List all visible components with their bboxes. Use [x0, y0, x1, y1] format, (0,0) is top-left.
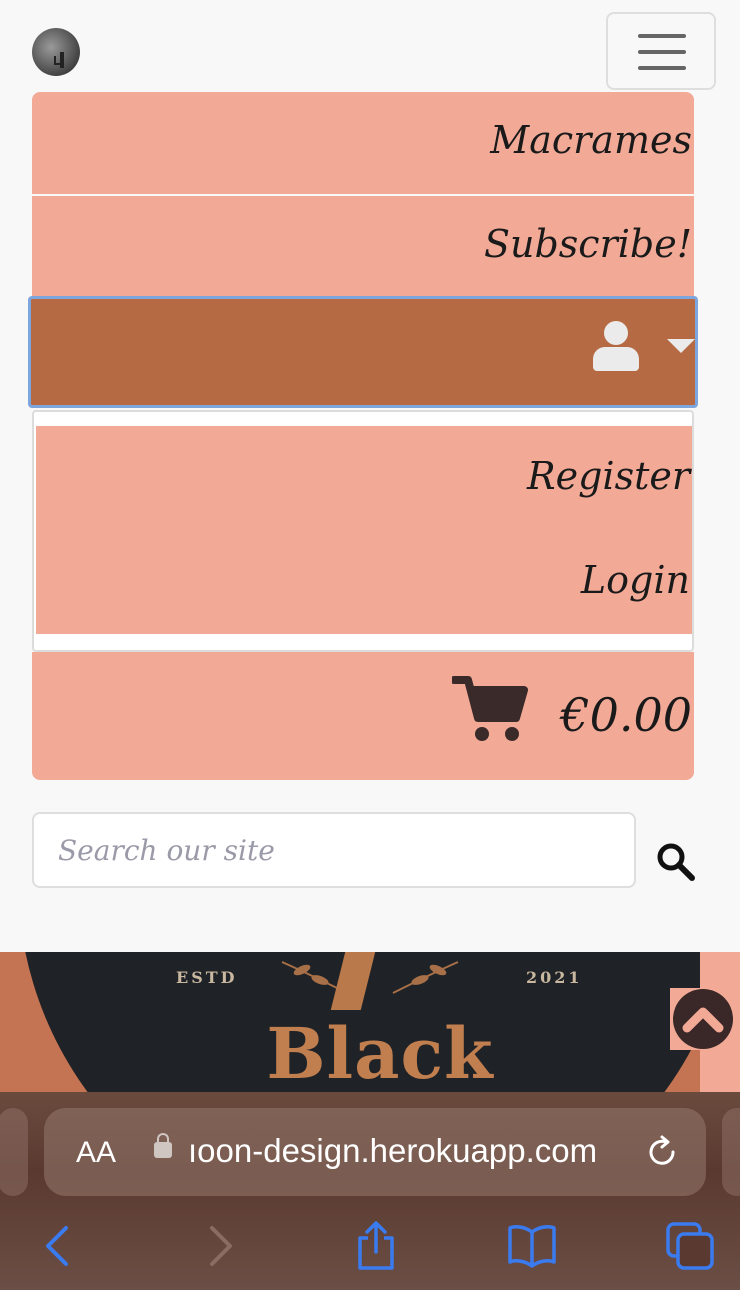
next-tab-pill[interactable] [722, 1108, 740, 1196]
site-logo[interactable] [32, 28, 80, 76]
nav-item-macrames[interactable]: Macrames [32, 92, 694, 194]
estd-year: 2021 [526, 968, 583, 987]
banner-title: Black Moon [266, 1012, 494, 1092]
hamburger-line [638, 50, 686, 54]
hero-banner: ESTD 2021 Black Moon [0, 952, 740, 1092]
back-icon[interactable] [32, 1220, 84, 1272]
reload-icon[interactable] [644, 1134, 680, 1170]
previous-tab-pill[interactable] [0, 1108, 28, 1196]
tabs-icon[interactable] [664, 1220, 716, 1272]
bookmarks-icon[interactable] [506, 1220, 558, 1272]
url-text: ıoon-design.herokuapp.com [188, 1132, 598, 1169]
account-dropdown-menu: Register Login [32, 410, 694, 652]
nav-item-label: Subscribe! [483, 222, 692, 266]
back-to-top-button[interactable] [670, 988, 736, 1050]
forward-icon[interactable] [194, 1220, 246, 1272]
hamburger-line [638, 34, 686, 38]
dropdown-item-register[interactable]: Register [527, 454, 690, 498]
search-input[interactable] [32, 812, 636, 888]
nav-item-cart[interactable]: €0.00 [32, 652, 694, 780]
dropdown-items: Register Login [36, 426, 692, 634]
cart-icon [452, 676, 528, 741]
cactus-icon [54, 52, 64, 68]
estd-label: ESTD [176, 968, 238, 987]
dropdown-item-login[interactable]: Login [581, 558, 690, 602]
navbar [0, 0, 740, 92]
address-bar[interactable]: AA ıoon-design.herokuapp.com [44, 1108, 706, 1196]
share-icon[interactable] [350, 1220, 402, 1272]
search-icon[interactable] [654, 840, 698, 884]
hamburger-line [638, 66, 686, 70]
lock-icon [154, 1133, 172, 1158]
account-dropdown-toggle[interactable] [28, 296, 698, 408]
browser-toolbar: AA ıoon-design.herokuapp.com [0, 1092, 740, 1290]
user-icon [593, 321, 639, 373]
cart-total: €0.00 [560, 688, 692, 742]
caret-down-icon [667, 339, 695, 353]
navbar-toggler-button[interactable] [606, 12, 716, 90]
leaf-icon [392, 961, 459, 994]
nav-item-subscribe[interactable]: Subscribe! [32, 196, 694, 296]
nav-item-label: Macrames [490, 118, 692, 162]
text-size-button[interactable]: AA [76, 1136, 116, 1170]
